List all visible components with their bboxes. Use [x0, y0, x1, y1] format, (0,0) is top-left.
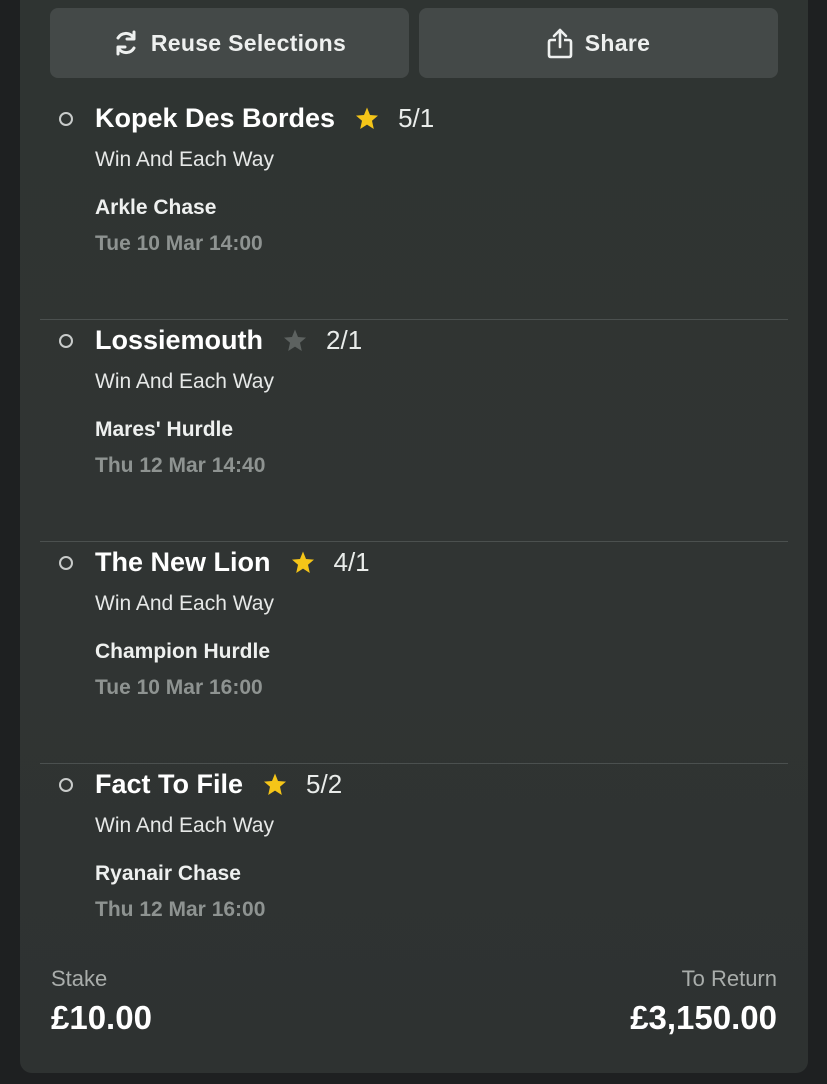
reuse-selections-label: Reuse Selections	[150, 29, 347, 56]
selection-title-row: Lossiemouth 2/1	[95, 320, 362, 360]
selection-item: Kopek Des Bordes 5/1 Win And Each Way Ar…	[40, 98, 788, 320]
market-type: Win And Each Way	[95, 370, 274, 393]
race-time: Tue 10 Mar 14:00	[95, 232, 263, 255]
horse-name: Kopek Des Bordes	[95, 102, 336, 133]
odds: 4/1	[333, 546, 370, 577]
horse-name: Lossiemouth	[95, 324, 264, 355]
stake-label: Stake	[51, 966, 108, 991]
market-type: Win And Each Way	[95, 592, 274, 615]
share-button[interactable]: Share	[419, 8, 778, 78]
favourite-star-icon[interactable]	[283, 329, 307, 352]
reuse-selections-button[interactable]: Reuse Selections	[50, 8, 409, 78]
race-name: Champion Hurdle	[95, 640, 271, 663]
selection-item: The New Lion 4/1 Win And Each Way Champi…	[40, 542, 788, 764]
selection-indicator-icon	[59, 778, 73, 792]
market-type: Win And Each Way	[95, 814, 274, 837]
selection-item: Fact To File 5/2 Win And Each Way Ryanai…	[40, 764, 788, 944]
race-time: Thu 12 Mar 16:00	[95, 898, 266, 921]
share-icon	[547, 27, 573, 59]
selection-title-row: The New Lion 4/1	[95, 542, 370, 582]
race-name: Ryanair Chase	[95, 862, 241, 885]
horse-name: The New Lion	[95, 546, 271, 577]
market-type: Win And Each Way	[95, 148, 274, 171]
favourite-star-icon[interactable]	[291, 551, 315, 574]
race-time: Tue 10 Mar 16:00	[95, 676, 263, 699]
selection-title-row: Fact To File 5/2	[95, 764, 342, 804]
selection-indicator-icon	[59, 556, 73, 570]
to-return-label: To Return	[681, 966, 777, 991]
race-name: Mares' Hurdle	[95, 418, 234, 441]
stake-value: £10.00	[51, 999, 152, 1036]
selection-title-row: Kopek Des Bordes 5/1	[95, 98, 434, 138]
to-return-value: £3,150.00	[630, 999, 777, 1036]
race-name: Arkle Chase	[95, 196, 217, 219]
selection-indicator-icon	[59, 112, 73, 126]
horse-name: Fact To File	[95, 768, 244, 799]
refresh-icon	[113, 29, 139, 57]
race-time: Thu 12 Mar 14:40	[95, 454, 266, 477]
odds: 2/1	[326, 324, 363, 355]
selection-item: Lossiemouth 2/1 Win And Each Way Mares' …	[40, 320, 788, 542]
selection-indicator-icon	[59, 334, 73, 348]
favourite-star-icon[interactable]	[263, 773, 287, 796]
odds: 5/1	[398, 102, 435, 133]
share-label: Share	[584, 29, 651, 56]
odds: 5/2	[306, 768, 343, 799]
bet-receipt-card: Reuse Selections Share Kopek Des Bordes …	[20, 0, 808, 1073]
favourite-star-icon[interactable]	[355, 107, 379, 130]
